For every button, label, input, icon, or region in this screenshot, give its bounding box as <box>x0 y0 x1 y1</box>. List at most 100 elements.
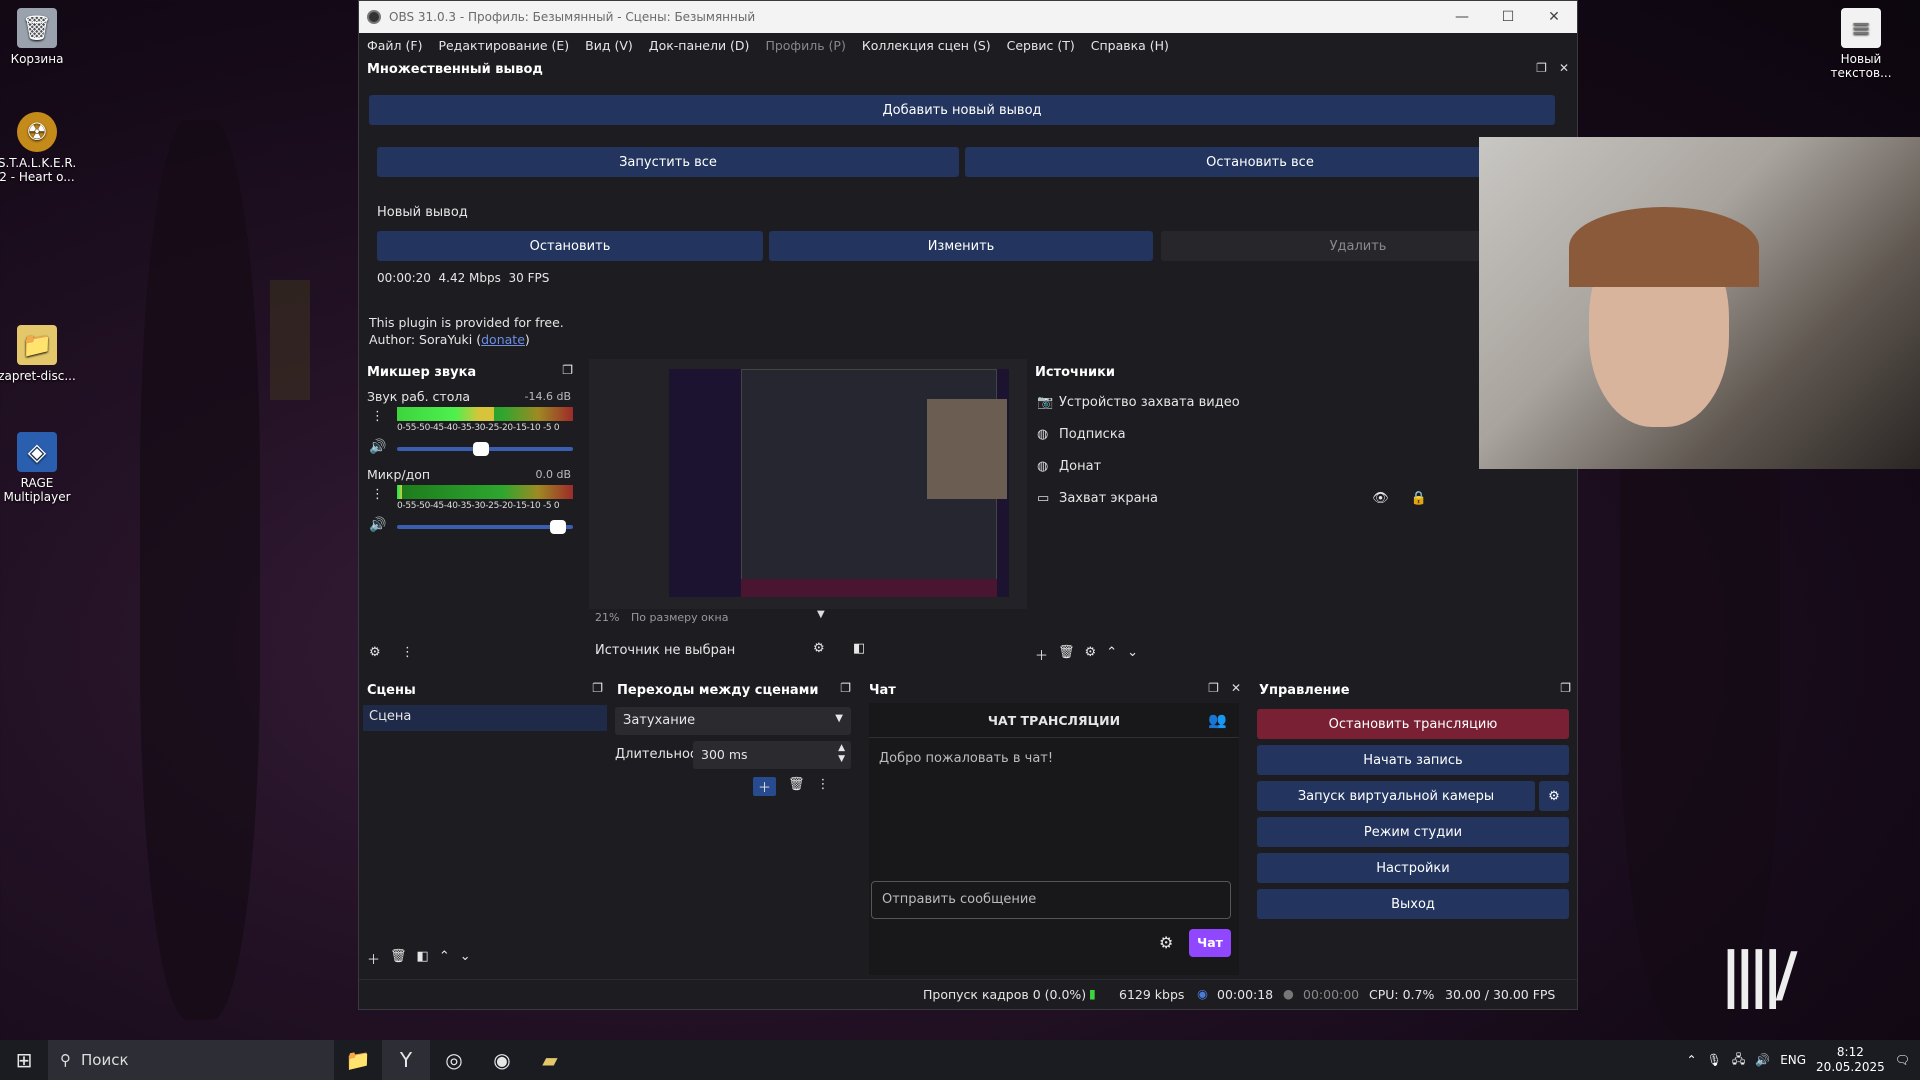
volume-slider-knob[interactable] <box>549 520 566 534</box>
transition-menu-icon[interactable]: ⋮ <box>817 777 830 796</box>
start-all-button[interactable]: Запустить все <box>377 147 959 177</box>
float-dock-icon[interactable]: ❐ <box>592 681 603 695</box>
volume-slider-knob[interactable] <box>472 442 489 456</box>
remove-source-icon[interactable]: 🗑 <box>1058 645 1075 664</box>
desktop-icon-rage[interactable]: ◈ RAGE Multiplayer <box>0 432 80 504</box>
channel-menu-icon[interactable]: ⋮ <box>371 487 384 502</box>
scene-filters-icon[interactable]: ◧ <box>417 949 429 968</box>
float-dock-icon[interactable]: ❐ <box>840 681 851 695</box>
stop-stream-button[interactable]: Остановить трансляцию <box>1257 709 1569 739</box>
source-settings-icon[interactable]: ⚙ <box>1085 645 1097 664</box>
source-item[interactable]: ◍ Подписка <box>1037 427 1126 442</box>
menu-tools[interactable]: Сервис (T) <box>1007 38 1075 53</box>
speaker-icon[interactable]: 🔊 <box>369 439 386 455</box>
desktop-icon-zapret[interactable]: 📁 zapret-disc... <box>0 325 80 383</box>
move-down-icon[interactable]: ⌄ <box>460 949 471 968</box>
duration-spinbox[interactable]: 300 ms ▲ ▼ <box>693 741 851 769</box>
webcam-overlay <box>1479 137 1920 469</box>
tray-chevron-up-icon[interactable]: ⌃ <box>1687 1053 1697 1067</box>
maximize-button[interactable]: ☐ <box>1485 9 1531 25</box>
exit-button[interactable]: Выход <box>1257 889 1569 919</box>
visibility-eye-icon[interactable]: 👁 <box>1372 491 1389 506</box>
virtual-camera-button[interactable]: Запуск виртуальной камеры <box>1257 781 1535 811</box>
remove-transition-icon[interactable]: 🗑 <box>788 777 805 796</box>
menu-edit[interactable]: Редактирование (E) <box>438 38 569 53</box>
notifications-icon[interactable]: 🗨 <box>1895 1053 1910 1067</box>
menu-file[interactable]: Файл (F) <box>367 38 422 53</box>
chevron-down-icon[interactable]: ▼ <box>817 609 825 620</box>
add-scene-icon[interactable]: ＋ <box>367 949 380 968</box>
yandex-browser-icon[interactable]: Y <box>382 1040 430 1080</box>
title-bar[interactable]: OBS 31.0.3 - Профиль: Безымянный - Сцены… <box>359 1 1577 33</box>
sources-toolbar: ＋ 🗑 ⚙ ⌃ ⌄ <box>1035 645 1138 664</box>
menu-view[interactable]: Вид (V) <box>585 38 633 53</box>
source-filters-icon[interactable]: ◧ <box>853 641 865 656</box>
source-item[interactable]: 📷 Устройство захвата видео <box>1037 395 1240 410</box>
mixer-menu-icon[interactable]: ⋮ <box>401 645 414 660</box>
minimize-button[interactable]: — <box>1439 9 1485 25</box>
desktop-icon-text-file[interactable]: ≡ Новый текстов... <box>1818 8 1904 80</box>
source-item[interactable]: ◍ Донат <box>1037 459 1101 474</box>
close-dock-icon[interactable]: ✕ <box>1231 681 1241 695</box>
menu-scene-collection[interactable]: Коллекция сцен (S) <box>862 38 991 53</box>
scene-item[interactable]: Сцена <box>363 705 607 731</box>
add-output-button[interactable]: Добавить новый вывод <box>369 95 1555 125</box>
sources-title: Источники <box>1035 365 1115 380</box>
users-icon[interactable]: 👥 <box>1208 711 1227 729</box>
app-taskbar-icon[interactable]: ▰ <box>526 1040 574 1080</box>
output-edit-button[interactable]: Изменить <box>769 231 1153 261</box>
clock[interactable]: 8:12 20.05.2025 <box>1816 1045 1885 1075</box>
menu-docks[interactable]: Док-панели (D) <box>649 38 750 53</box>
studio-mode-button[interactable]: Режим студии <box>1257 817 1569 847</box>
menu-profile[interactable]: Профиль (P) <box>765 38 845 53</box>
source-item[interactable]: ▭ Захват экрана 👁 🔒 <box>1037 491 1427 506</box>
output-stop-button[interactable]: Остановить <box>377 231 763 261</box>
lock-icon[interactable]: 🔒 <box>1411 491 1427 506</box>
preview-canvas <box>669 369 1009 597</box>
spin-arrows-icon[interactable]: ▲ ▼ <box>838 743 845 765</box>
volume-icon[interactable]: 🔊 <box>1755 1053 1770 1067</box>
virtual-camera-settings-icon[interactable]: ⚙ <box>1539 781 1569 811</box>
speaker-icon[interactable]: 🔊 <box>369 517 386 533</box>
stop-all-button[interactable]: Остановить все <box>965 147 1555 177</box>
chat-divider <box>869 737 1239 738</box>
mixer-settings-icon[interactable]: ⚙ <box>369 645 381 660</box>
float-dock-icon[interactable]: ❐ <box>1536 61 1547 75</box>
donate-link[interactable]: donate <box>481 332 525 347</box>
remove-scene-icon[interactable]: 🗑 <box>390 949 407 968</box>
float-dock-icon[interactable]: ❐ <box>1560 681 1571 695</box>
language-indicator[interactable]: ENG <box>1780 1053 1806 1067</box>
chat-message-input[interactable]: Отправить сообщение <box>871 881 1231 919</box>
close-button[interactable]: ✕ <box>1531 9 1577 25</box>
move-down-icon[interactable]: ⌄ <box>1127 645 1138 664</box>
transition-select[interactable]: Затухание ▼ <box>615 707 851 735</box>
source-properties-icon[interactable]: ⚙ <box>813 641 825 656</box>
add-source-icon[interactable]: ＋ <box>1035 645 1048 664</box>
settings-button[interactable]: Настройки <box>1257 853 1569 883</box>
menu-help[interactable]: Справка (H) <box>1091 38 1169 53</box>
obs-taskbar-icon[interactable]: ◉ <box>478 1040 526 1080</box>
move-up-icon[interactable]: ⌃ <box>1106 645 1117 664</box>
desktop-icon-recycle-bin[interactable]: 🗑 Корзина <box>0 8 80 66</box>
close-dock-icon[interactable]: ✕ <box>1559 61 1569 75</box>
steam-icon[interactable]: ◎ <box>430 1040 478 1080</box>
windows-start-icon[interactable]: ⊞ <box>0 1040 48 1080</box>
chat-title: Чат <box>869 683 896 698</box>
taskbar-search[interactable]: ⚲ Поиск <box>48 1040 334 1080</box>
channel-menu-icon[interactable]: ⋮ <box>371 409 384 424</box>
preview-fit-mode[interactable]: По размеру окна <box>631 611 728 624</box>
move-up-icon[interactable]: ⌃ <box>439 949 450 968</box>
network-icon[interactable]: 🖧 <box>1732 1050 1745 1071</box>
chat-dock: Чат ❐ ✕ ЧАТ ТРАНСЛЯЦИИ 👥 Добро пожаловать… <box>865 677 1249 979</box>
microphone-icon[interactable]: 🎙 <box>1707 1053 1722 1067</box>
chat-settings-icon[interactable]: ⚙ <box>1159 933 1173 952</box>
file-explorer-icon[interactable]: 📁 <box>334 1040 382 1080</box>
add-transition-icon[interactable]: ＋ <box>753 777 777 796</box>
volume-slider[interactable] <box>397 520 573 534</box>
float-dock-icon[interactable]: ❐ <box>562 363 573 377</box>
chat-send-button[interactable]: Чат <box>1189 929 1231 957</box>
start-record-button[interactable]: Начать запись <box>1257 745 1569 775</box>
desktop-icon-stalker[interactable]: ☢ S.T.A.L.K.E.R. 2 - Heart o... <box>0 112 80 184</box>
float-dock-icon[interactable]: ❐ <box>1208 681 1219 695</box>
volume-slider[interactable] <box>397 442 573 456</box>
